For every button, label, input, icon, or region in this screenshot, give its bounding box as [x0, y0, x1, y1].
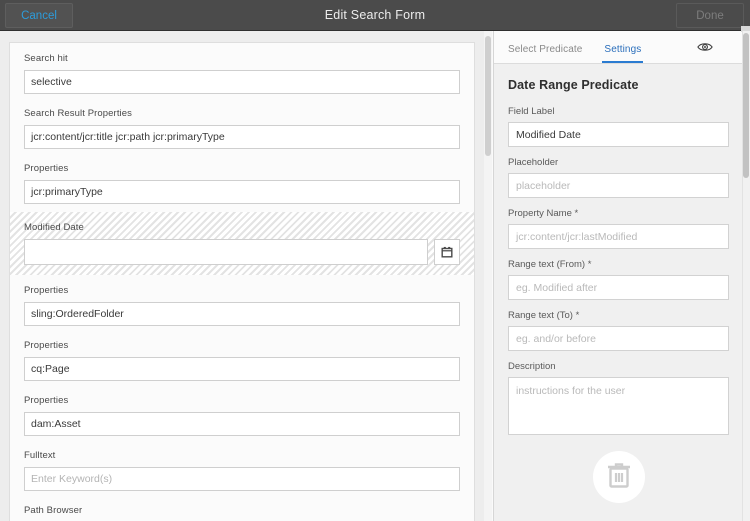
panel-tabs: Select Predicate Settings [494, 31, 743, 64]
form-field-properties-orderedfolder[interactable]: Properties sling:OrderedFolder [10, 275, 474, 330]
range-text-from-input[interactable]: eg. Modified after [508, 275, 729, 300]
edit-search-form-window: Cancel Edit Search Form Done Search hit … [0, 0, 750, 521]
setting-range-text-to: Range text (To) * eg. and/or before [508, 310, 729, 351]
cancel-button-label: Cancel [21, 10, 57, 22]
search-result-properties-input[interactable]: jcr:content/jcr:title jcr:path jcr:prima… [24, 125, 460, 149]
setting-label: Range text (To) * [508, 310, 729, 322]
properties-damasset-input[interactable]: dam:Asset [24, 412, 460, 436]
field-label: Search Result Properties [24, 108, 460, 120]
form-field-properties-primarytype[interactable]: Properties jcr:primaryType [10, 153, 474, 208]
setting-field-label: Field Label Modified Date [508, 106, 729, 147]
tab-label: Settings [604, 44, 641, 55]
settings-body: Date Range Predicate Field Label Modifie… [494, 64, 743, 503]
field-label: Path Browser [24, 505, 460, 517]
setting-label: Description [508, 361, 729, 373]
panel-title: Date Range Predicate [508, 78, 729, 92]
calendar-icon[interactable] [434, 239, 460, 265]
properties-primarytype-input[interactable]: jcr:primaryType [24, 180, 460, 204]
trash-icon [606, 461, 632, 494]
setting-description: Description instructions for the user [508, 361, 729, 435]
tab-label: Select Predicate [508, 44, 582, 55]
setting-label: Range text (From) * [508, 259, 729, 271]
form-preview-panel: Search hit selective Search Result Prope… [0, 31, 492, 521]
form-field-search-hit[interactable]: Search hit selective [10, 43, 474, 98]
tab-settings[interactable]: Settings [604, 44, 641, 63]
properties-cqpage-input[interactable]: cq:Page [24, 357, 460, 381]
done-button[interactable]: Done [676, 3, 744, 28]
delete-predicate-area [508, 451, 729, 503]
properties-orderedfolder-input[interactable]: sling:OrderedFolder [24, 302, 460, 326]
form-field-search-result-properties[interactable]: Search Result Properties jcr:content/jcr… [10, 98, 474, 153]
modified-date-input[interactable] [24, 239, 428, 265]
date-input-row [24, 239, 460, 265]
window-title: Edit Search Form [0, 8, 750, 22]
done-button-label: Done [696, 10, 724, 22]
delete-predicate-button[interactable] [593, 451, 645, 503]
search-hit-input[interactable]: selective [24, 70, 460, 94]
setting-range-text-from: Range text (From) * eg. Modified after [508, 259, 729, 300]
form-field-properties-cqpage[interactable]: Properties cq:Page [10, 330, 474, 385]
field-label: Properties [24, 395, 460, 407]
tab-select-predicate[interactable]: Select Predicate [508, 44, 582, 63]
field-label: Fulltext [24, 450, 460, 462]
field-label: Properties [24, 340, 460, 352]
form-field-path-browser[interactable]: Path Browser Select Path [10, 495, 474, 521]
left-panel-scrollbar-thumb[interactable] [485, 36, 491, 156]
cancel-button[interactable]: Cancel [5, 3, 73, 28]
form-field-fulltext[interactable]: Fulltext Enter Keyword(s) [10, 440, 474, 495]
settings-panel: Select Predicate Settings Date Range Pre… [493, 31, 743, 521]
setting-label: Field Label [508, 106, 729, 118]
field-label: Properties [24, 285, 460, 297]
eye-icon[interactable] [695, 38, 715, 56]
window-scrollbar-thumb[interactable] [743, 33, 749, 178]
range-text-to-input[interactable]: eg. and/or before [508, 326, 729, 351]
setting-property-name: Property Name * jcr:content/jcr:lastModi… [508, 208, 729, 249]
field-label: Modified Date [24, 222, 460, 234]
search-form-card: Search hit selective Search Result Prope… [9, 42, 475, 521]
property-name-input[interactable]: jcr:content/jcr:lastModified [508, 224, 729, 249]
form-field-properties-damasset[interactable]: Properties dam:Asset [10, 385, 474, 440]
field-label: Properties [24, 163, 460, 175]
field-label: Search hit [24, 53, 460, 65]
description-textarea[interactable]: instructions for the user [508, 377, 729, 435]
setting-label: Property Name * [508, 208, 729, 220]
field-label-input[interactable]: Modified Date [508, 122, 729, 147]
setting-placeholder: Placeholder placeholder [508, 157, 729, 198]
fulltext-input[interactable]: Enter Keyword(s) [24, 467, 460, 491]
form-field-modified-date-selected[interactable]: Modified Date [10, 212, 474, 275]
placeholder-input[interactable]: placeholder [508, 173, 729, 198]
setting-label: Placeholder [508, 157, 729, 169]
titlebar: Cancel Edit Search Form Done [0, 0, 750, 31]
